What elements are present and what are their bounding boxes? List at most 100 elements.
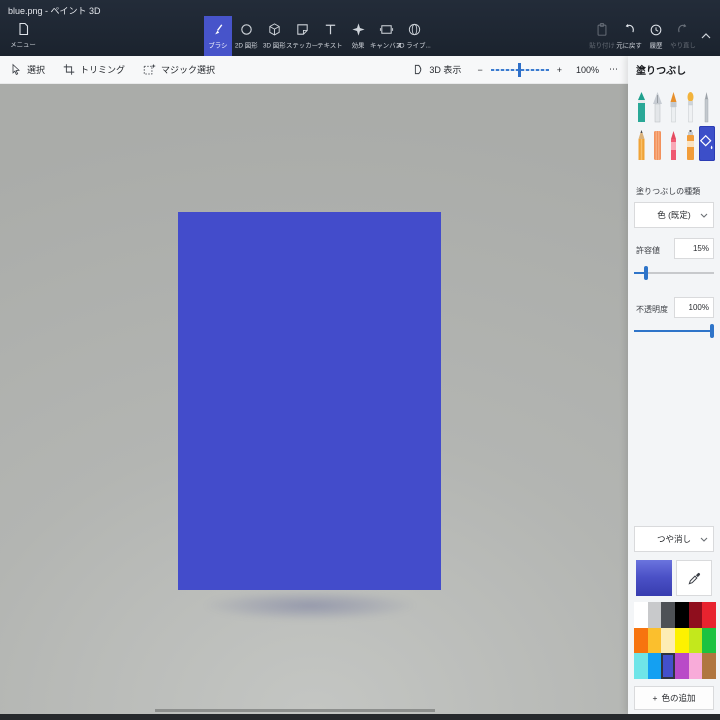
magic-select-icon (143, 63, 156, 76)
redo-button[interactable]: やり直し (669, 16, 696, 56)
tool-pencil[interactable] (633, 126, 649, 161)
3d-view-icon (412, 63, 424, 76)
zoom-in-button[interactable]: + (557, 65, 562, 75)
opacity-slider-handle[interactable] (710, 324, 714, 338)
zoom-out-button[interactable]: − (477, 65, 482, 75)
window-bottom-edge (0, 714, 720, 720)
fill-panel: 塗りつぶし 塗りつぶしの種類 色 (既定) 許容値 15% 不透明度 100% … (628, 56, 720, 714)
crop-label: トリミング (80, 65, 126, 75)
3d-view-toggle[interactable]: 3D 表示 (412, 63, 461, 76)
color-swatch[interactable] (688, 653, 703, 679)
color-swatch[interactable] (702, 653, 716, 679)
eyedropper-button[interactable] (676, 560, 712, 596)
tool-spray-can[interactable] (682, 126, 698, 161)
tab-brush[interactable]: ブラシ (204, 16, 232, 56)
zoom-slider-handle[interactable] (517, 62, 521, 77)
menu-label: メニュー (10, 40, 36, 49)
tool-calligraphy-pen[interactable] (649, 88, 665, 123)
opacity-slider-fill (634, 330, 714, 332)
finish-dropdown[interactable]: つや消し (634, 526, 714, 552)
chevron-up-icon (701, 33, 711, 39)
paint3d-window: blue.png - ペイント 3D メニュー ブラシ 2D 図形 3D 図形 … (0, 0, 720, 720)
color-swatch[interactable] (634, 627, 648, 653)
paste-button[interactable]: 貼り付け (588, 16, 615, 56)
3d-view-label: 3D 表示 (429, 65, 462, 75)
plus-icon: + (652, 693, 658, 703)
color-swatch[interactable] (634, 602, 648, 628)
chevron-down-icon (700, 213, 708, 218)
tool-marker[interactable] (633, 88, 649, 123)
color-swatch[interactable] (688, 602, 703, 628)
eraser-icon (651, 129, 664, 161)
redo-icon (676, 22, 690, 37)
tool-eraser[interactable] (649, 126, 665, 161)
color-swatch[interactable] (688, 627, 703, 653)
watercolor-icon (684, 91, 697, 123)
menu-button[interactable]: メニュー (0, 16, 46, 56)
tool-fill-bucket[interactable] (698, 126, 715, 161)
opacity-value[interactable]: 100% (674, 297, 714, 318)
color-swatch[interactable] (675, 653, 689, 679)
tool-oil-brush[interactable] (666, 88, 682, 123)
color-swatch[interactable] (647, 627, 662, 653)
tab-3d-shapes[interactable]: 3D 図形 (260, 16, 288, 56)
history-button[interactable]: 履歴 (642, 16, 669, 56)
color-swatch[interactable] (702, 627, 716, 653)
action-label: やり直し (669, 41, 696, 49)
zoom-slider[interactable] (490, 62, 549, 77)
collapse-ribbon-button[interactable] (698, 28, 714, 44)
color-palette (634, 602, 716, 679)
tab-label: ブラシ (208, 41, 228, 49)
fill-type-dropdown[interactable]: 色 (既定) (634, 202, 714, 228)
tolerance-slider-handle[interactable] (644, 266, 648, 280)
more-options-button[interactable]: ⋯ (609, 64, 618, 75)
add-color-button[interactable]: + 色の追加 (634, 686, 714, 710)
tab-effects[interactable]: 効果 (344, 16, 372, 56)
brush-tool-grid (633, 88, 715, 161)
action-label: 元に戻す (615, 41, 642, 49)
finish-value: つや消し (656, 534, 691, 544)
opacity-slider[interactable] (634, 324, 714, 338)
tool-pixel-pen[interactable] (699, 88, 715, 123)
crop-button[interactable]: トリミング (63, 63, 125, 76)
current-color-preview[interactable] (636, 560, 672, 596)
tab-3d-library[interactable]: 3D ライブ... (397, 16, 431, 56)
color-swatch[interactable] (634, 653, 648, 679)
ribbon-actions: 貼り付け 元に戻す 履歴 やり直し (588, 16, 696, 56)
add-color-label: 色の追加 (661, 693, 696, 703)
tool-crayon[interactable] (666, 126, 682, 161)
select-button[interactable]: 選択 (10, 63, 45, 76)
color-swatch[interactable] (675, 602, 689, 628)
undo-button[interactable]: 元に戻す (615, 16, 642, 56)
color-swatch[interactable] (661, 627, 675, 653)
tab-stickers[interactable]: ステッカー (286, 16, 318, 56)
fill-type-value: 色 (既定) (657, 210, 691, 220)
color-swatch[interactable] (702, 602, 716, 628)
edit-toolbar: 選択 トリミング マジック選択 3D 表示 − + 100% ⋯ (0, 56, 628, 84)
tab-text[interactable]: テキスト (316, 16, 344, 56)
tab-label: 2D 図形 (234, 41, 258, 49)
color-swatch[interactable] (675, 627, 689, 653)
effects-icon (351, 22, 366, 37)
zoom-level-value: 100% (575, 64, 599, 75)
tab-canvas[interactable]: キャンバス (370, 16, 402, 56)
color-swatch-selected[interactable] (661, 653, 675, 679)
crayon-icon (667, 129, 680, 161)
tool-watercolor[interactable] (682, 88, 698, 123)
color-swatch[interactable] (647, 602, 662, 628)
text-icon (323, 22, 338, 37)
color-swatch[interactable] (661, 602, 675, 628)
horizontal-scrollbar[interactable] (155, 709, 435, 712)
tolerance-slider[interactable] (634, 266, 714, 280)
select-label: 選択 (27, 65, 46, 75)
opacity-label: 不透明度 (636, 305, 668, 314)
tab-label: ステッカー (286, 41, 318, 49)
workspace (0, 84, 628, 714)
tab-2d-shapes[interactable]: 2D 図形 (232, 16, 260, 56)
magic-select-button[interactable]: マジック選択 (143, 63, 215, 76)
color-swatch[interactable] (647, 653, 662, 679)
sticker-icon (295, 22, 310, 37)
tolerance-value[interactable]: 15% (674, 238, 714, 259)
paste-icon (595, 22, 609, 37)
drawing-canvas[interactable] (178, 212, 441, 590)
